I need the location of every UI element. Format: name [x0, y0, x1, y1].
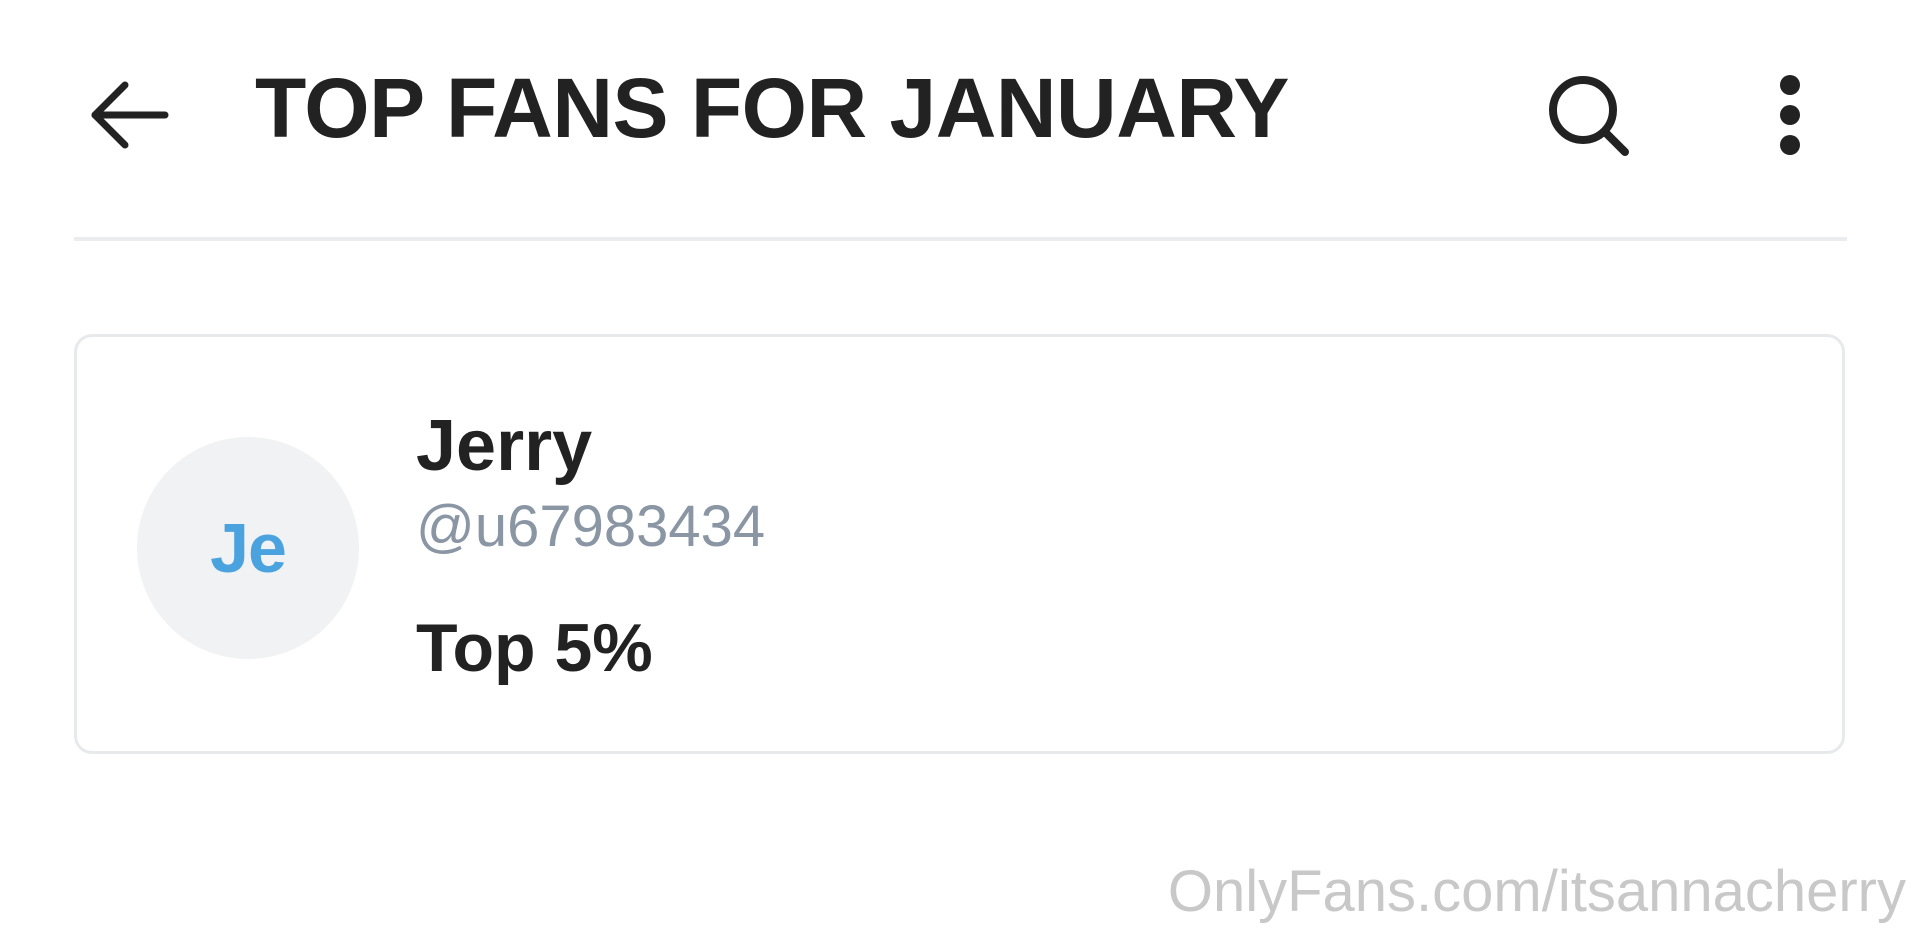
- arrow-left-icon: [91, 81, 169, 149]
- more-vertical-icon: [1780, 75, 1800, 155]
- header-divider: [74, 237, 1847, 241]
- page-title: TOP FANS FOR JANUARY: [255, 61, 1289, 155]
- fan-card[interactable]: Je Jerry @u67983434 Top 5%: [74, 334, 1845, 754]
- fan-username: @u67983434: [416, 494, 766, 559]
- search-button[interactable]: [1543, 70, 1633, 160]
- avatar-initials: Je: [210, 509, 287, 587]
- fan-rank-label: Top 5%: [416, 610, 653, 686]
- avatar[interactable]: Je: [137, 437, 359, 659]
- search-icon: [1549, 76, 1629, 156]
- fan-name[interactable]: Jerry: [416, 406, 592, 486]
- watermark-text: OnlyFans.com/itsannacherry: [1167, 859, 1906, 924]
- back-button[interactable]: [84, 70, 174, 160]
- more-options-button[interactable]: [1745, 70, 1835, 160]
- top-app-bar: TOP FANS FOR JANUARY: [0, 0, 1920, 241]
